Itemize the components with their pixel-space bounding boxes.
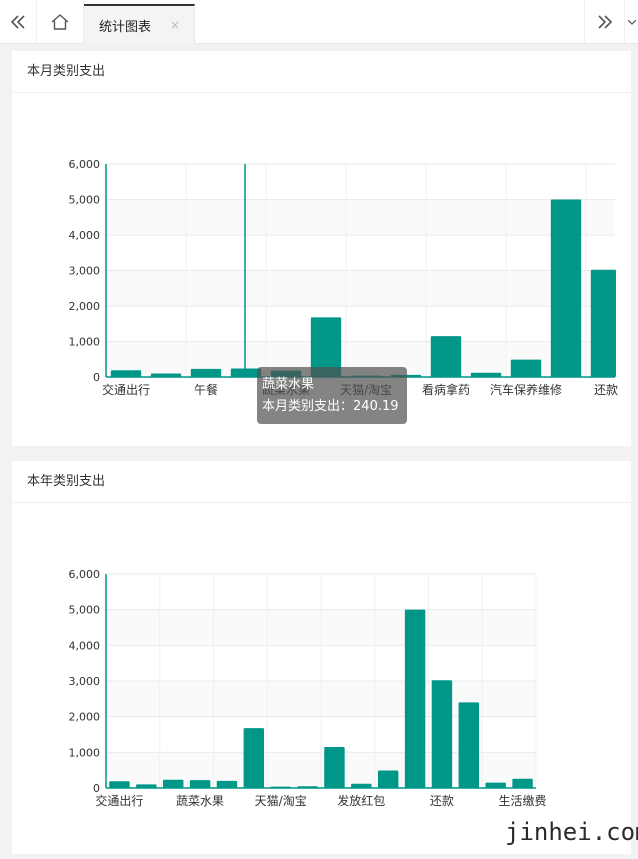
- y-tick-label: 0: [93, 371, 100, 384]
- bar: [430, 336, 462, 377]
- bar: [162, 779, 184, 788]
- bar: [110, 370, 142, 377]
- y-tick-label: 1,000: [69, 336, 101, 349]
- y-tick-label: 5,000: [69, 604, 101, 617]
- bar: [510, 359, 542, 377]
- x-tick-label: 天猫/淘宝: [255, 794, 307, 808]
- bar: [324, 746, 345, 788]
- bar: [590, 269, 616, 377]
- bar: [377, 770, 399, 788]
- x-tick-label: 蔬菜水果: [176, 794, 224, 808]
- bar: [150, 373, 182, 377]
- tooltip-series: 本月类别支出: [262, 399, 341, 414]
- tooltip-row: 本月类别支出：240.19: [262, 396, 402, 418]
- bar: [190, 368, 222, 377]
- bar: [136, 784, 157, 788]
- grid-band: [106, 270, 615, 306]
- bar: [297, 786, 318, 788]
- tooltip-category: 蔬菜水果: [262, 377, 315, 392]
- tooltip-separator: ：: [340, 399, 354, 414]
- bar: [243, 728, 265, 788]
- x-tick-label: 午餐: [194, 382, 218, 397]
- bar: [550, 199, 582, 377]
- tooltip-value: 240.19: [353, 399, 399, 414]
- y-tick-label: 5,000: [69, 194, 101, 207]
- x-tick-label: 汽车保养维修: [490, 382, 562, 397]
- bar: [109, 781, 130, 788]
- y-tick-label: 6,000: [69, 158, 101, 171]
- bar: [216, 780, 238, 788]
- bar: [458, 702, 480, 788]
- watermark-text: jinhei.com: [505, 818, 638, 846]
- bar: [404, 609, 426, 788]
- grid-band: [106, 199, 615, 235]
- y-tick-label: 4,000: [69, 229, 101, 242]
- y-tick-label: 4,000: [69, 639, 101, 652]
- x-tick-label: 看病拿药: [422, 382, 470, 397]
- chart-tooltip: 蔬菜水果 本月类别支出：240.19: [257, 367, 407, 424]
- x-tick-label: 交通出行: [95, 793, 143, 808]
- bar: [270, 786, 291, 788]
- x-tick-label: 生活缴费: [499, 793, 547, 808]
- bar: [512, 778, 533, 788]
- chart-plot-1: 0 1,000 2,000 3,000 4,000 5,000 6,000 交通出行 午餐 蔬菜水…: [69, 158, 619, 397]
- chart-plot-2: 01,0002,0003,0004,0005,0006,000交通出行 蔬菜水果天…: [69, 568, 547, 808]
- y-tick-label: 2,000: [69, 300, 101, 313]
- monthly-bar-chart[interactable]: 01,0002,0003,0004,0005,0006,000交通出行午餐蔬菜水…: [0, 0, 638, 859]
- bar: [351, 783, 372, 788]
- y-tick-label: 2,000: [69, 711, 101, 724]
- x-tick-label: 发放红包: [337, 793, 385, 808]
- y-tick-label: 6,000: [69, 568, 101, 581]
- bar: [431, 680, 453, 788]
- y-tick-label: 1,000: [69, 746, 101, 759]
- bar: [485, 782, 506, 788]
- bar: [470, 372, 502, 377]
- x-tick-label: 交通出行: [102, 382, 150, 397]
- bar: [189, 780, 211, 788]
- y-tick-label: 3,000: [69, 265, 101, 278]
- x-tick-label: 还款: [430, 794, 454, 808]
- y-tick-label: 3,000: [69, 675, 101, 688]
- x-tick-label: 还款: [594, 383, 618, 397]
